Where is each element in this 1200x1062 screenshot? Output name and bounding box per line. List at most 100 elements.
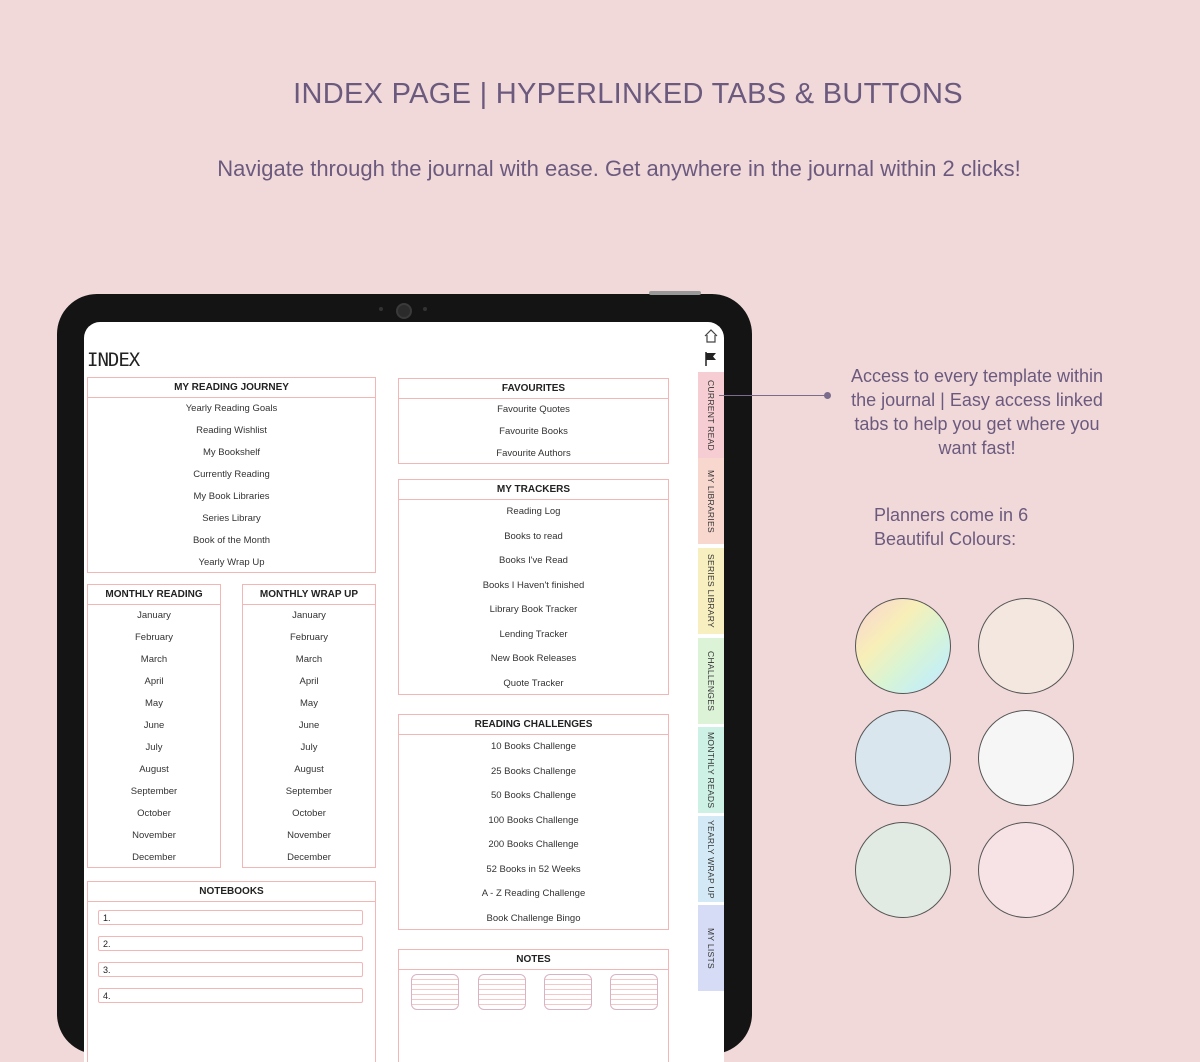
- index-link[interactable]: September: [88, 781, 220, 803]
- section-header: READING CHALLENGES: [399, 715, 668, 735]
- index-link[interactable]: July: [88, 737, 220, 759]
- index-link[interactable]: Yearly Wrap Up: [88, 552, 375, 574]
- color-swatch-rainbow: [855, 598, 951, 694]
- trackers-section: MY TRACKERS Reading Log Books to read Book…: [398, 479, 669, 695]
- section-tab[interactable]: CHALLENGES: [698, 638, 724, 724]
- section-tab[interactable]: MY LIBRARIES: [698, 458, 724, 544]
- index-link[interactable]: April: [88, 671, 220, 693]
- journal-screen: INDEX MY READING JOURNEY Yearly Reading …: [84, 322, 724, 1062]
- callout-dot: [824, 392, 831, 399]
- index-link[interactable]: My Bookshelf: [88, 442, 375, 464]
- index-link[interactable]: New Book Releases: [399, 647, 668, 672]
- index-link[interactable]: March: [243, 649, 375, 671]
- flag-icon[interactable]: [702, 350, 720, 368]
- section-header: FAVOURITES: [399, 379, 668, 399]
- index-link[interactable]: 100 Books Challenge: [399, 809, 668, 834]
- index-link[interactable]: February: [243, 627, 375, 649]
- notebook-entry[interactable]: 1.: [98, 910, 363, 925]
- index-link[interactable]: January: [243, 605, 375, 627]
- index-link[interactable]: Favourite Authors: [399, 443, 668, 465]
- index-link[interactable]: Series Library: [88, 508, 375, 530]
- index-link[interactable]: March: [88, 649, 220, 671]
- notebook-icon[interactable]: [610, 974, 658, 1010]
- index-link[interactable]: Book of the Month: [88, 530, 375, 552]
- notebook-entry[interactable]: 3.: [98, 962, 363, 977]
- index-link[interactable]: Yearly Reading Goals: [88, 398, 375, 420]
- notes-section: NOTES: [398, 949, 669, 1062]
- index-link[interactable]: Reading Log: [399, 500, 668, 525]
- index-link[interactable]: May: [88, 693, 220, 715]
- index-link[interactable]: 200 Books Challenge: [399, 833, 668, 858]
- callout-text: Access to every template within the jour…: [850, 366, 1104, 458]
- index-title: INDEX: [87, 349, 140, 371]
- index-link[interactable]: May: [243, 693, 375, 715]
- color-swatch-blue: [855, 710, 951, 806]
- monthly-wrap-section: MONTHLY WRAP UP January February March Apri…: [242, 584, 376, 868]
- index-link[interactable]: January: [88, 605, 220, 627]
- tab-label: CURRENT READ: [706, 379, 716, 451]
- index-link[interactable]: December: [88, 847, 220, 869]
- index-link[interactable]: Book Challenge Bingo: [399, 907, 668, 932]
- home-icon[interactable]: [702, 327, 720, 345]
- index-link[interactable]: August: [243, 759, 375, 781]
- tab-label: SERIES LIBRARY: [706, 554, 716, 628]
- colors-caption-line: Beautiful Colours:: [874, 529, 1017, 549]
- challenges-section: READING CHALLENGES 10 Books Challenge 25 …: [398, 714, 669, 930]
- tab-label: CHALLENGES: [706, 650, 716, 712]
- tab-label: YEARLY WRAP UP: [706, 819, 716, 899]
- monthly-reading-section: MONTHLY READING January February March Apri…: [87, 584, 221, 868]
- index-link[interactable]: November: [88, 825, 220, 847]
- section-tab[interactable]: MONTHLY READS: [698, 727, 724, 813]
- notebook-icon[interactable]: [478, 974, 526, 1010]
- page-subheadline: Navigate through the journal with ease. …: [217, 156, 1021, 181]
- index-link[interactable]: Books I've Read: [399, 549, 668, 574]
- notebook-entry[interactable]: 2.: [98, 936, 363, 951]
- index-link[interactable]: My Book Libraries: [88, 486, 375, 508]
- index-link[interactable]: August: [88, 759, 220, 781]
- section-header: MY READING JOURNEY: [88, 378, 375, 398]
- index-link[interactable]: July: [243, 737, 375, 759]
- section-tab[interactable]: SERIES LIBRARY: [698, 548, 724, 634]
- index-link[interactable]: Quote Tracker: [399, 672, 668, 697]
- section-tab[interactable]: CURRENT READ: [698, 372, 724, 458]
- color-swatch-pink: [978, 822, 1074, 918]
- index-link[interactable]: Library Book Tracker: [399, 598, 668, 623]
- tablet-device: INDEX MY READING JOURNEY Yearly Reading …: [57, 291, 752, 1062]
- page-headline: INDEX PAGE | HYPERLINKED TABS & BUTTONS: [293, 78, 963, 110]
- index-link[interactable]: A - Z Reading Challenge: [399, 882, 668, 907]
- index-link[interactable]: Favourite Books: [399, 421, 668, 443]
- section-header: NOTEBOOKS: [88, 882, 375, 902]
- index-link[interactable]: Reading Wishlist: [88, 420, 375, 442]
- notebook-icon[interactable]: [411, 974, 459, 1010]
- tab-label: MY LIBRARIES: [706, 469, 716, 533]
- notebook-icon[interactable]: [544, 974, 592, 1010]
- index-link[interactable]: Books to read: [399, 525, 668, 550]
- index-link[interactable]: 10 Books Challenge: [399, 735, 668, 760]
- index-link[interactable]: 50 Books Challenge: [399, 784, 668, 809]
- index-link[interactable]: October: [243, 803, 375, 825]
- index-link[interactable]: June: [243, 715, 375, 737]
- notebook-entry[interactable]: 4.: [98, 988, 363, 1003]
- index-link[interactable]: Books I Haven't finished: [399, 574, 668, 599]
- index-link[interactable]: October: [88, 803, 220, 825]
- section-tab[interactable]: YEARLY WRAP UP: [698, 816, 724, 902]
- tab-label: MONTHLY READS: [706, 731, 716, 809]
- tablet-power-button: [649, 291, 701, 295]
- index-link[interactable]: February: [88, 627, 220, 649]
- index-link[interactable]: 52 Books in 52 Weeks: [399, 858, 668, 883]
- tab-label: MY LISTS: [706, 927, 716, 969]
- index-link[interactable]: December: [243, 847, 375, 869]
- section-header: MONTHLY READING: [88, 585, 220, 605]
- index-link[interactable]: June: [88, 715, 220, 737]
- index-link[interactable]: April: [243, 671, 375, 693]
- color-swatch-sage: [855, 822, 951, 918]
- index-link[interactable]: Lending Tracker: [399, 623, 668, 648]
- index-link[interactable]: September: [243, 781, 375, 803]
- color-swatch-beige: [978, 598, 1074, 694]
- index-link[interactable]: November: [243, 825, 375, 847]
- index-link[interactable]: 25 Books Challenge: [399, 760, 668, 785]
- section-tab[interactable]: MY LISTS: [698, 905, 724, 991]
- index-link[interactable]: Currently Reading: [88, 464, 375, 486]
- notebooks-section: NOTEBOOKS 1. 2. 3. 4.: [87, 881, 376, 1062]
- index-link[interactable]: Favourite Quotes: [399, 399, 668, 421]
